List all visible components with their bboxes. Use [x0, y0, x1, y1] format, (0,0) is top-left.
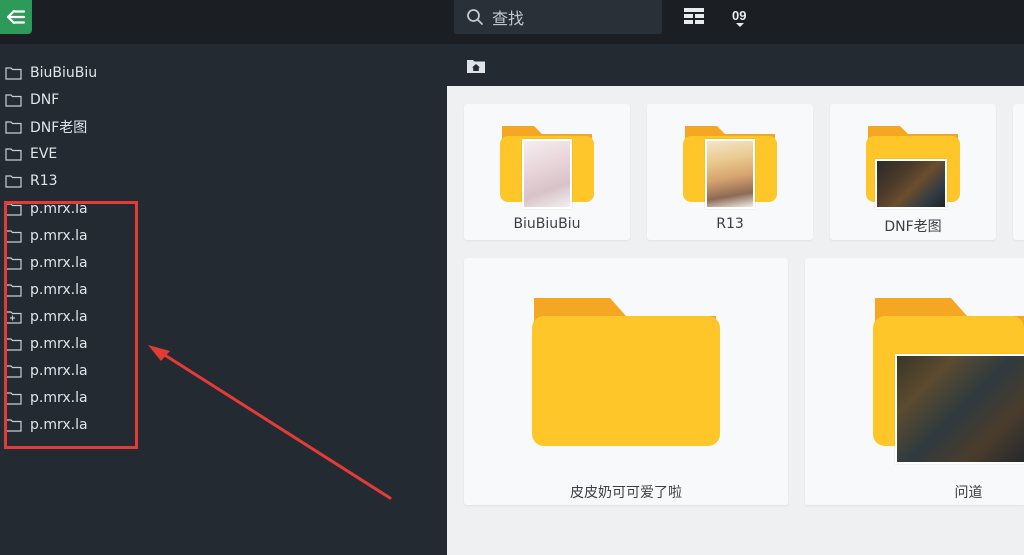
breadcrumb — [447, 44, 1024, 86]
folder-icon — [532, 298, 720, 446]
folder-card-wendao[interactable]: 问道 — [805, 258, 1024, 505]
thumbnail-image — [522, 139, 572, 209]
thumbnail-image — [895, 354, 1024, 464]
folder-name: DNF老图 — [884, 219, 942, 235]
folder-name: 皮皮奶可可爱了啦 — [570, 485, 682, 501]
thumbnail-image — [705, 139, 755, 209]
folder-name: BiuBiuBiu — [513, 216, 581, 232]
folder-name: R13 — [716, 216, 744, 232]
thumbnail-image — [875, 159, 947, 209]
folder-card-partial[interactable] — [1013, 104, 1024, 240]
folder-card-r13[interactable]: R13 — [647, 104, 813, 240]
folder-card-dnf-old[interactable]: DNF老图 — [830, 104, 996, 240]
home-folder-icon[interactable] — [466, 58, 486, 74]
folder-name: 问道 — [954, 485, 983, 501]
folder-card-biubiubiu[interactable]: BiuBiuBiu — [464, 104, 630, 240]
folder-card-pipinai[interactable]: 皮皮奶可可爱了啦 — [464, 258, 788, 505]
